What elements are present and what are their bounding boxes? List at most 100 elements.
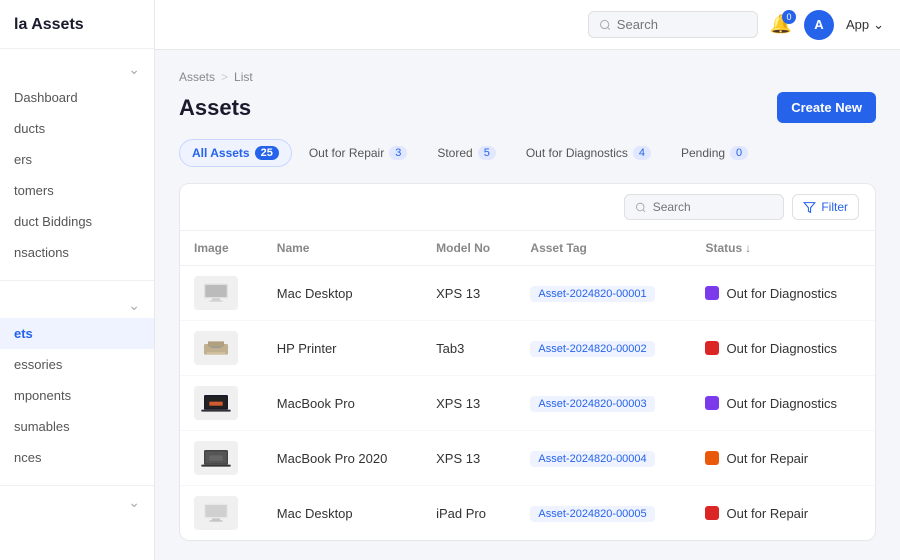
sidebar-collapse-btn-2[interactable]: ⌄: [0, 293, 154, 318]
tab-all-count: 25: [255, 146, 279, 160]
col-image: Image: [180, 231, 263, 266]
topbar-search-input[interactable]: [617, 17, 747, 32]
filter-label: Filter: [821, 200, 848, 214]
tab-all-label: All Assets: [192, 146, 250, 160]
asset-tag-cell[interactable]: Asset-2024820-00003: [516, 376, 691, 431]
table-row[interactable]: HP Printer Tab3 Asset-2024820-00002 Out …: [180, 321, 875, 376]
table-row[interactable]: MacBook Pro XPS 13 Asset-2024820-00003 O…: [180, 376, 875, 431]
status-dot: [705, 396, 719, 410]
sidebar-item-dashboard[interactable]: Dashboard: [0, 82, 154, 113]
asset-image: [194, 331, 238, 365]
search-icon: [599, 18, 611, 32]
sidebar-item-licences[interactable]: nces: [0, 442, 154, 473]
asset-tag-cell[interactable]: Asset-2024820-00005: [516, 486, 691, 541]
tab-pending-count: 0: [730, 146, 748, 160]
tab-stored-count: 5: [478, 146, 496, 160]
notification-bell[interactable]: 🔔 0: [770, 14, 792, 35]
sidebar-item-users[interactable]: ers: [0, 144, 154, 175]
sidebar-item-consumables[interactable]: sumables: [0, 411, 154, 442]
table-search-input[interactable]: [653, 200, 774, 214]
app-menu[interactable]: App ⌄: [846, 17, 884, 33]
sidebar-item-components[interactable]: mponents: [0, 380, 154, 411]
main-content: 🔔 0 A App ⌄ Assets > List Assets Create …: [155, 0, 900, 560]
status-dot: [705, 451, 719, 465]
tab-all-assets[interactable]: All Assets 25: [179, 139, 292, 167]
table-search-icon: [635, 201, 646, 214]
sidebar-item-assets[interactable]: ets: [0, 318, 154, 349]
sidebar-item-customers[interactable]: tomers: [0, 175, 154, 206]
filter-button[interactable]: Filter: [792, 194, 859, 220]
asset-image: [194, 441, 238, 475]
asset-tag-cell[interactable]: Asset-2024820-00004: [516, 431, 691, 486]
col-tag: Asset Tag: [516, 231, 691, 266]
chevron-down-icon: ⌄: [873, 17, 884, 33]
asset-name: MacBook Pro 2020: [263, 431, 422, 486]
sidebar-collapse-btn-1[interactable]: ⌄: [0, 57, 154, 82]
tab-stored[interactable]: Stored 5: [424, 139, 508, 167]
sidebar-item-product-biddings[interactable]: duct Biddings: [0, 206, 154, 237]
col-model: Model No: [422, 231, 516, 266]
sidebar-collapse-btn-3[interactable]: ⌄: [0, 490, 154, 515]
asset-name: Mac Desktop: [263, 266, 422, 321]
create-new-button[interactable]: Create New: [777, 92, 876, 123]
filter-icon: [803, 201, 816, 214]
sidebar-item-transactions[interactable]: nsactions: [0, 237, 154, 268]
topbar-search-container[interactable]: [588, 11, 758, 38]
tab-diag-label: Out for Diagnostics: [526, 146, 628, 160]
breadcrumb-parent[interactable]: Assets: [179, 70, 215, 84]
page-content: Assets > List Assets Create New All Asse…: [155, 50, 900, 560]
brand-name: la Assets: [0, 0, 154, 49]
notification-badge: 0: [782, 10, 796, 24]
tab-out-for-repair[interactable]: Out for Repair 3: [296, 139, 421, 167]
status-badge: Out for Repair: [705, 506, 861, 521]
asset-name: MacBook Pro: [263, 376, 422, 431]
sidebar-item-products[interactable]: ducts: [0, 113, 154, 144]
asset-tag-cell[interactable]: Asset-2024820-00002: [516, 321, 691, 376]
asset-image: [194, 496, 238, 530]
status-dot: [705, 286, 719, 300]
asset-model: XPS 13: [422, 431, 516, 486]
assets-table: Image Name Model No Asset Tag Status ↓: [180, 231, 875, 540]
breadcrumb-current: List: [234, 70, 253, 84]
asset-tag: Asset-2024820-00001: [530, 286, 654, 302]
asset-model: iPad Pro: [422, 486, 516, 541]
assets-table-area: Filter Image Name Model No Asset Tag Sta…: [179, 183, 876, 541]
breadcrumb-separator: >: [221, 70, 228, 84]
tab-diag-count: 4: [633, 146, 651, 160]
status-sort[interactable]: Status ↓: [705, 241, 751, 255]
sidebar-item-accessories[interactable]: essories: [0, 349, 154, 380]
asset-tag: Asset-2024820-00002: [530, 341, 654, 357]
table-row[interactable]: MacBook Pro 2020 XPS 13 Asset-2024820-00…: [180, 431, 875, 486]
tab-out-for-diagnostics[interactable]: Out for Diagnostics 4: [513, 139, 664, 167]
table-search-container[interactable]: [624, 194, 784, 220]
avatar[interactable]: A: [804, 10, 834, 40]
asset-tabs: All Assets 25 Out for Repair 3 Stored 5 …: [179, 139, 876, 167]
asset-tag: Asset-2024820-00004: [530, 451, 654, 467]
table-toolbar: Filter: [180, 184, 875, 231]
asset-tag: Asset-2024820-00005: [530, 506, 654, 522]
col-name: Name: [263, 231, 422, 266]
status-label: Out for Diagnostics: [726, 341, 837, 356]
tab-pending[interactable]: Pending 0: [668, 139, 761, 167]
status-badge: Out for Repair: [705, 451, 861, 466]
status-dot: [705, 506, 719, 520]
page-header: Assets Create New: [179, 92, 876, 123]
asset-model: Tab3: [422, 321, 516, 376]
table-header-row: Image Name Model No Asset Tag Status ↓: [180, 231, 875, 266]
col-status[interactable]: Status ↓: [691, 231, 875, 266]
tab-repair-label: Out for Repair: [309, 146, 384, 160]
tab-pending-label: Pending: [681, 146, 725, 160]
status-label: Out for Diagnostics: [726, 396, 837, 411]
status-dot: [705, 341, 719, 355]
breadcrumb: Assets > List: [179, 70, 876, 84]
table-row[interactable]: Mac Desktop XPS 13 Asset-2024820-00001 O…: [180, 266, 875, 321]
asset-image: [194, 386, 238, 420]
asset-tag-cell[interactable]: Asset-2024820-00001: [516, 266, 691, 321]
status-badge: Out for Diagnostics: [705, 341, 861, 356]
tab-stored-label: Stored: [437, 146, 472, 160]
status-badge: Out for Diagnostics: [705, 396, 861, 411]
status-label: Out for Diagnostics: [726, 286, 837, 301]
app-label: App: [846, 17, 869, 32]
topbar: 🔔 0 A App ⌄: [155, 0, 900, 50]
table-row[interactable]: Mac Desktop iPad Pro Asset-2024820-00005…: [180, 486, 875, 541]
